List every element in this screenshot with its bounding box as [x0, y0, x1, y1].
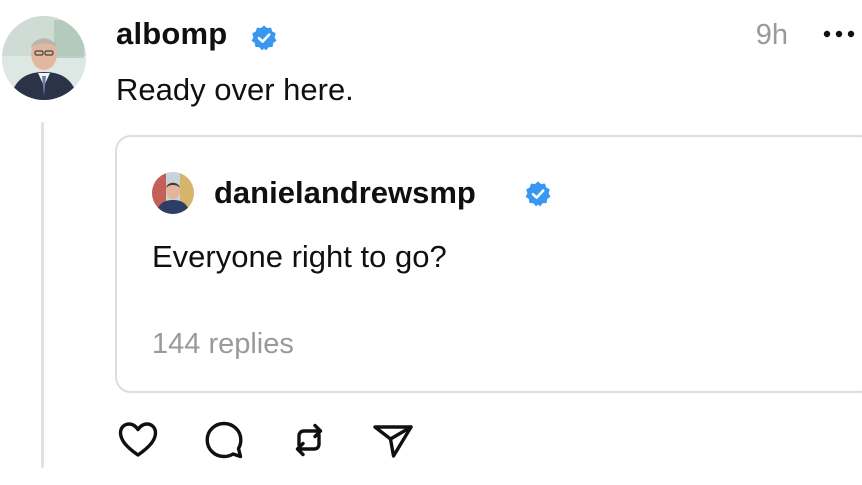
repost-icon: [295, 423, 323, 457]
profile-photo: [2, 16, 86, 100]
share-button[interactable]: [371, 418, 415, 462]
verified-badge-icon: [525, 181, 551, 207]
verified-badge-icon: [251, 25, 277, 51]
post-username[interactable]: albomp: [116, 14, 227, 54]
send-icon: [373, 425, 413, 458]
post-text: Ready over here.: [116, 72, 354, 107]
quoted-username[interactable]: danielandrewsmp: [214, 173, 476, 213]
quoted-profile-photo: [152, 172, 194, 214]
reply-button[interactable]: [202, 418, 246, 462]
thread-line: [41, 122, 44, 468]
avatar[interactable]: [2, 16, 86, 100]
more-dots-icon[interactable]: [822, 28, 856, 40]
quoted-avatar[interactable]: [152, 172, 194, 214]
heart-icon: [118, 422, 158, 457]
comment-icon: [205, 421, 243, 459]
post-timestamp: 9h: [755, 19, 788, 51]
repost-button[interactable]: [287, 418, 331, 462]
replies-count[interactable]: 144 replies: [152, 325, 294, 363]
like-button[interactable]: [116, 418, 160, 462]
quoted-text: Everyone right to go?: [152, 239, 447, 274]
